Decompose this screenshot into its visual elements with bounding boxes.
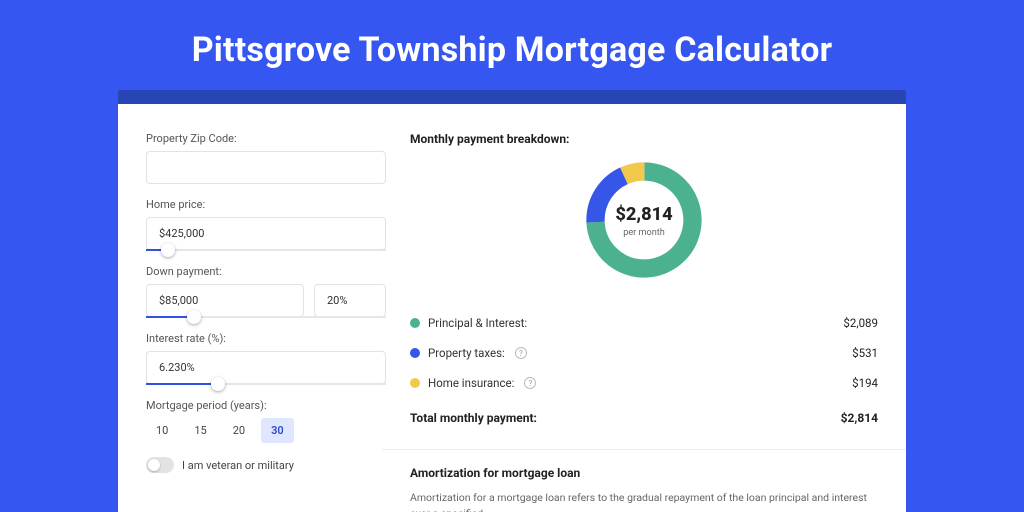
amortization-section: Amortization for mortgage loan Amortizat… xyxy=(410,450,878,512)
amortization-text: Amortization for a mortgage loan refers … xyxy=(410,490,878,512)
home-price-label: Home price: xyxy=(146,198,386,211)
legend-row-principal: Principal & Interest: $2,089 xyxy=(410,308,878,338)
info-icon[interactable]: ? xyxy=(524,377,536,389)
veteran-label: I am veteran or military xyxy=(182,459,294,472)
donut-center-amount: $2,814 xyxy=(615,204,673,225)
donut-center-sub: per month xyxy=(623,228,665,238)
legend-value-principal: $2,089 xyxy=(843,316,878,330)
legend-label-principal: Principal & Interest: xyxy=(428,316,527,330)
period-field: Mortgage period (years): 10 15 20 30 xyxy=(146,399,386,443)
down-payment-label: Down payment: xyxy=(146,265,386,278)
legend-value-taxes: $531 xyxy=(852,346,878,360)
breakdown-column: Monthly payment breakdown: $2,814 per mo… xyxy=(410,132,878,512)
form-column: Property Zip Code: Home price: Down paym… xyxy=(146,132,386,512)
slider-thumb-icon[interactable] xyxy=(187,310,201,324)
toggle-knob-icon xyxy=(148,459,160,471)
dot-icon-yellow xyxy=(410,378,420,388)
zip-field: Property Zip Code: xyxy=(146,132,386,184)
period-btn-20[interactable]: 20 xyxy=(223,418,255,443)
dot-icon-green xyxy=(410,318,420,328)
total-row: Total monthly payment: $2,814 xyxy=(410,401,878,435)
veteran-toggle-row: I am veteran or military xyxy=(146,457,386,473)
legend-label-taxes: Property taxes: xyxy=(428,346,505,360)
total-value: $2,814 xyxy=(841,411,878,425)
legend-value-insurance: $194 xyxy=(852,376,878,390)
page-title: Pittsgrove Township Mortgage Calculator xyxy=(0,30,1024,70)
calculator-card: Property Zip Code: Home price: Down paym… xyxy=(118,104,906,512)
period-label: Mortgage period (years): xyxy=(146,399,386,412)
down-payment-field: Down payment: xyxy=(146,265,386,318)
interest-label: Interest rate (%): xyxy=(146,332,386,345)
slider-thumb-icon[interactable] xyxy=(211,377,225,391)
home-price-field: Home price: xyxy=(146,198,386,251)
down-payment-slider[interactable] xyxy=(146,316,386,318)
veteran-toggle[interactable] xyxy=(146,457,174,473)
down-payment-pct-input[interactable] xyxy=(314,284,386,317)
period-btn-30[interactable]: 30 xyxy=(261,418,294,443)
zip-label: Property Zip Code: xyxy=(146,132,386,145)
home-price-slider[interactable] xyxy=(146,249,386,251)
legend-row-insurance: Home insurance: ? $194 xyxy=(410,368,878,398)
slider-thumb-icon[interactable] xyxy=(161,243,175,257)
total-label: Total monthly payment: xyxy=(410,411,537,425)
legend-label-insurance: Home insurance: xyxy=(428,376,514,390)
home-price-input[interactable] xyxy=(146,217,386,250)
legend-row-taxes: Property taxes: ? $531 xyxy=(410,338,878,368)
info-icon[interactable]: ? xyxy=(515,347,527,359)
down-payment-input[interactable] xyxy=(146,284,304,317)
period-btn-10[interactable]: 10 xyxy=(146,418,178,443)
donut-chart: $2,814 per month xyxy=(410,156,878,284)
period-btn-15[interactable]: 15 xyxy=(184,418,216,443)
zip-input[interactable] xyxy=(146,151,386,184)
period-buttons: 10 15 20 30 xyxy=(146,418,386,443)
interest-slider[interactable] xyxy=(146,383,386,385)
breakdown-title: Monthly payment breakdown: xyxy=(410,132,878,146)
amortization-title: Amortization for mortgage loan xyxy=(410,466,878,480)
dot-icon-blue xyxy=(410,348,420,358)
interest-field: Interest rate (%): xyxy=(146,332,386,385)
interest-input[interactable] xyxy=(146,351,386,384)
donut-svg: $2,814 per month xyxy=(580,156,708,284)
calculator-card-frame: Property Zip Code: Home price: Down paym… xyxy=(118,90,906,512)
